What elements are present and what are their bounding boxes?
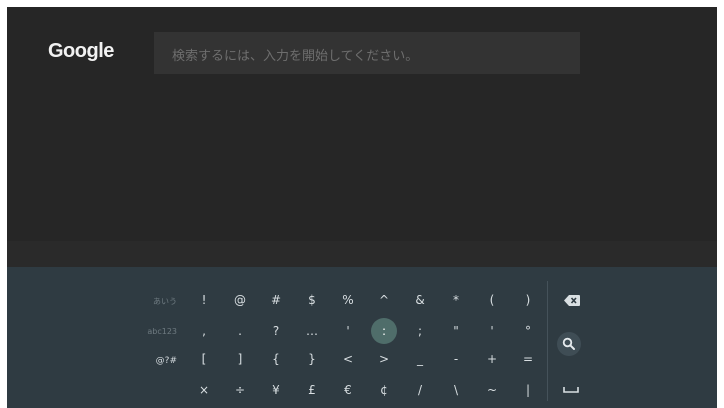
key[interactable]: < bbox=[335, 346, 361, 372]
key[interactable]: } bbox=[299, 346, 325, 372]
key[interactable]: > bbox=[371, 346, 397, 372]
key[interactable]: × bbox=[191, 377, 217, 403]
key[interactable]: @ bbox=[227, 287, 253, 313]
key[interactable]: { bbox=[263, 346, 289, 372]
key[interactable]: & bbox=[407, 287, 433, 313]
key[interactable]: # bbox=[263, 287, 289, 313]
key[interactable]: $ bbox=[299, 287, 325, 313]
key[interactable]: | bbox=[515, 377, 541, 403]
key[interactable]: [ bbox=[191, 346, 217, 372]
key[interactable]: … bbox=[299, 318, 325, 344]
tv-screen: Google 検索するには、入力を開始してください。 あいう abc123 @?… bbox=[7, 7, 717, 408]
key[interactable]: ^ bbox=[371, 287, 397, 313]
key[interactable]: ( bbox=[479, 287, 505, 313]
key[interactable]: ? bbox=[263, 318, 289, 344]
key[interactable]: ] bbox=[227, 346, 253, 372]
key[interactable]: : bbox=[371, 318, 397, 344]
keyboard-divider bbox=[547, 281, 548, 401]
search-input[interactable]: 検索するには、入力を開始してください。 bbox=[154, 32, 580, 74]
mode-hiragana[interactable]: あいう bbox=[117, 296, 177, 307]
mode-alphanumeric[interactable]: abc123 bbox=[117, 327, 177, 336]
key[interactable]: / bbox=[407, 377, 433, 403]
key[interactable]: ~ bbox=[479, 377, 505, 403]
key[interactable]: . bbox=[227, 318, 253, 344]
on-screen-keyboard: あいう abc123 @?# ! @ # $% ^ & * (),.? … ':; " ' ° [] {} <… bbox=[7, 267, 717, 408]
key[interactable]: * bbox=[443, 287, 469, 313]
backspace-button[interactable] bbox=[559, 287, 585, 313]
key[interactable]: ' bbox=[479, 318, 505, 344]
key[interactable]: ÷ bbox=[227, 377, 253, 403]
search-icon bbox=[557, 332, 581, 356]
search-button[interactable] bbox=[556, 331, 582, 357]
key[interactable]: ) bbox=[515, 287, 541, 313]
key[interactable]: - bbox=[443, 346, 469, 372]
backspace-icon bbox=[564, 294, 580, 306]
key[interactable]: ! bbox=[191, 287, 217, 313]
results-divider bbox=[7, 241, 717, 267]
key[interactable]: ; bbox=[407, 318, 433, 344]
key[interactable]: ' bbox=[335, 318, 361, 344]
key[interactable]: _ bbox=[407, 346, 433, 372]
key[interactable]: ¢ bbox=[371, 377, 397, 403]
key[interactable]: £ bbox=[299, 377, 325, 403]
search-placeholder: 検索するには、入力を開始してください。 bbox=[172, 49, 419, 64]
key[interactable]: \ bbox=[443, 377, 469, 403]
space-icon bbox=[563, 387, 579, 393]
google-logo: Google bbox=[48, 40, 114, 62]
key[interactable]: " bbox=[443, 318, 469, 344]
key[interactable]: = bbox=[515, 346, 541, 372]
space-button[interactable] bbox=[558, 377, 584, 403]
key[interactable]: ¥ bbox=[263, 377, 289, 403]
key[interactable]: + bbox=[479, 346, 505, 372]
key[interactable]: € bbox=[335, 377, 361, 403]
key[interactable]: % bbox=[335, 287, 361, 313]
mode-symbols[interactable]: @?# bbox=[117, 356, 177, 366]
key[interactable]: ° bbox=[515, 318, 541, 344]
key[interactable]: , bbox=[191, 318, 217, 344]
